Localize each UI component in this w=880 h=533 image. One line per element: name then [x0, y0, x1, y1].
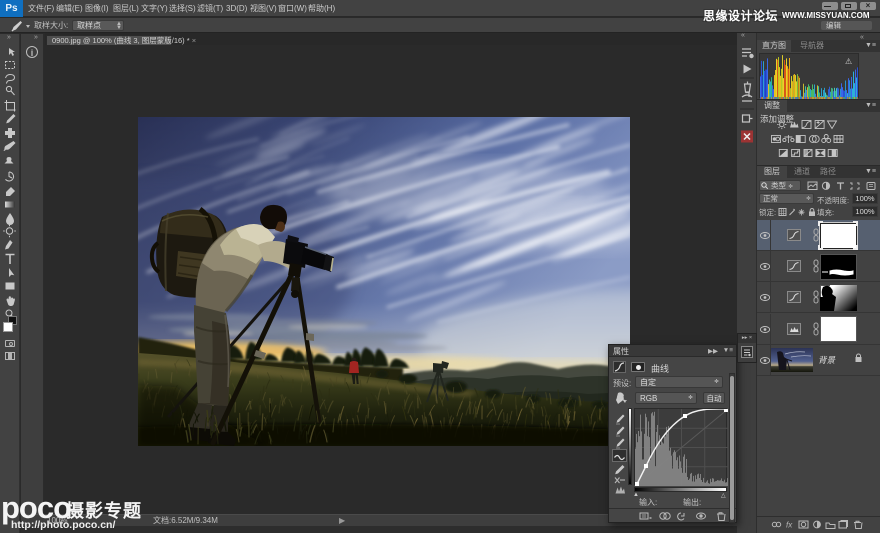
svg-text:fx: fx: [786, 521, 793, 530]
